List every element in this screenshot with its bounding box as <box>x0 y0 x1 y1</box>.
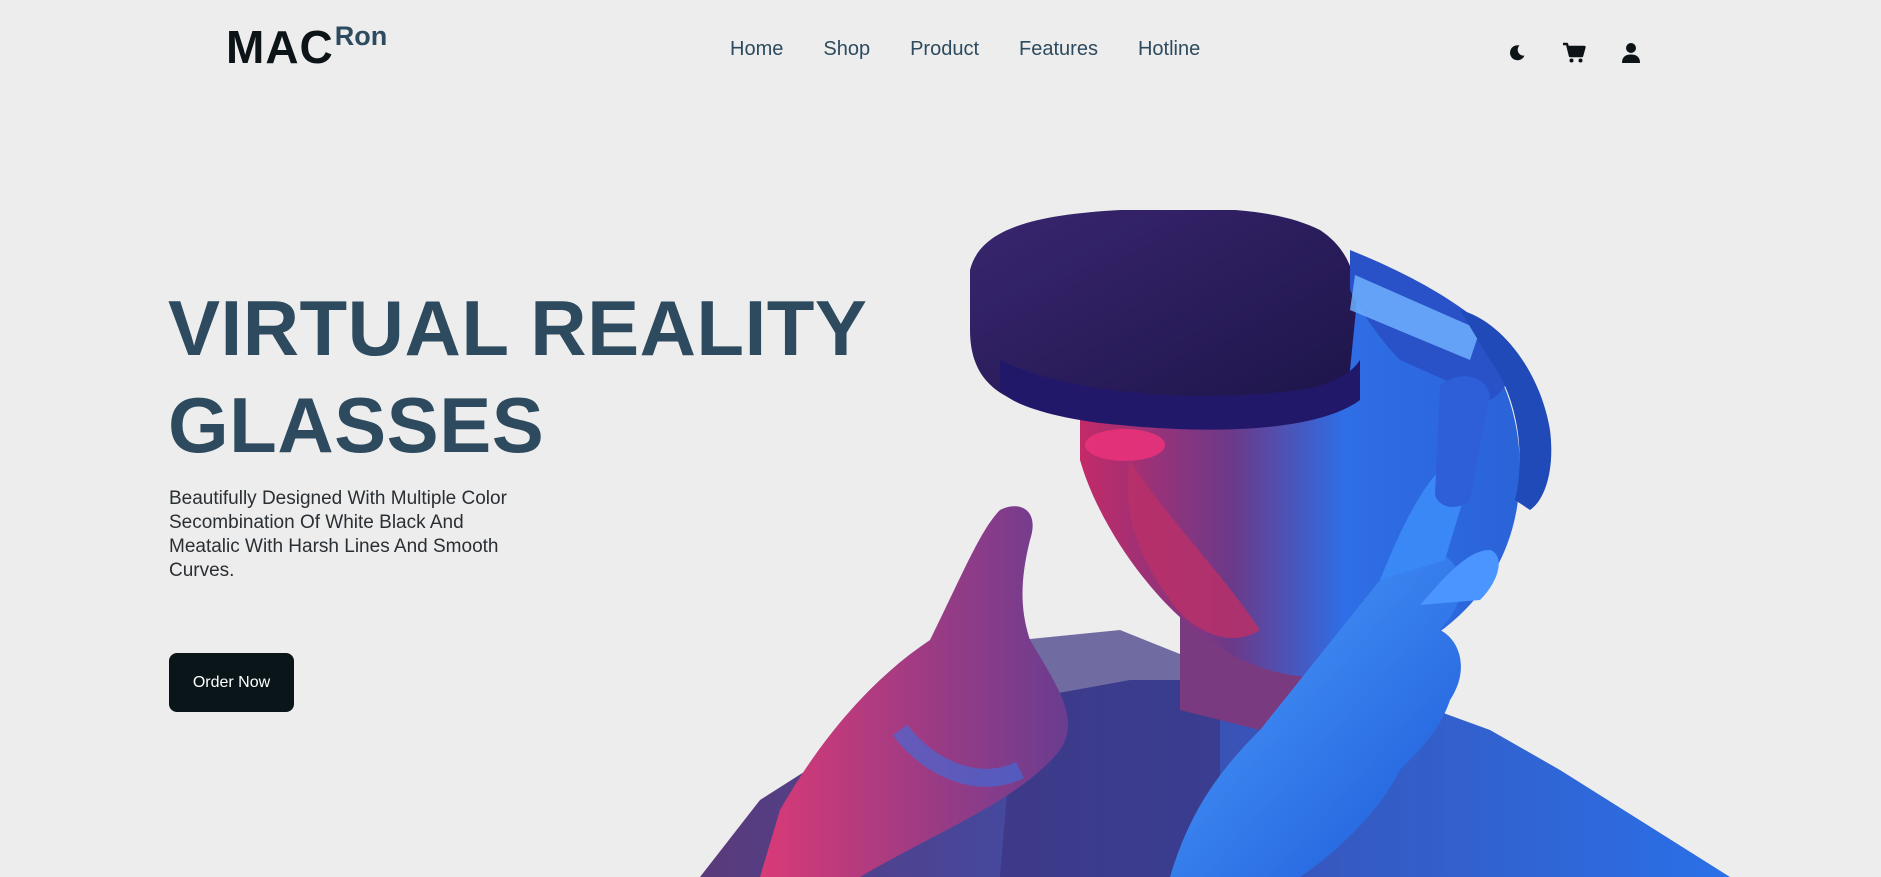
brand-logo[interactable]: MACRon <box>226 21 388 73</box>
site-header: MACRon Home Shop Product Features Hotlin… <box>0 0 1881 105</box>
main-nav: Home Shop Product Features Hotline <box>730 38 1240 61</box>
moon-icon[interactable] <box>1502 38 1532 68</box>
cart-icon[interactable] <box>1559 38 1589 68</box>
nav-product[interactable]: Product <box>910 38 979 61</box>
nav-features[interactable]: Features <box>1019 38 1098 61</box>
order-now-button[interactable]: Order Now <box>169 653 294 712</box>
nav-home[interactable]: Home <box>730 38 783 61</box>
header-actions <box>1502 38 1673 68</box>
nav-hotline[interactable]: Hotline <box>1138 38 1200 61</box>
nav-shop[interactable]: Shop <box>823 38 870 61</box>
vr-headset-person-image <box>700 210 1730 877</box>
hero-description: Beautifully Designed With Multiple Color… <box>169 488 507 581</box>
logo-superscript: Ron <box>334 21 388 51</box>
user-icon[interactable] <box>1616 38 1646 68</box>
logo-main-text: MAC <box>226 21 334 73</box>
